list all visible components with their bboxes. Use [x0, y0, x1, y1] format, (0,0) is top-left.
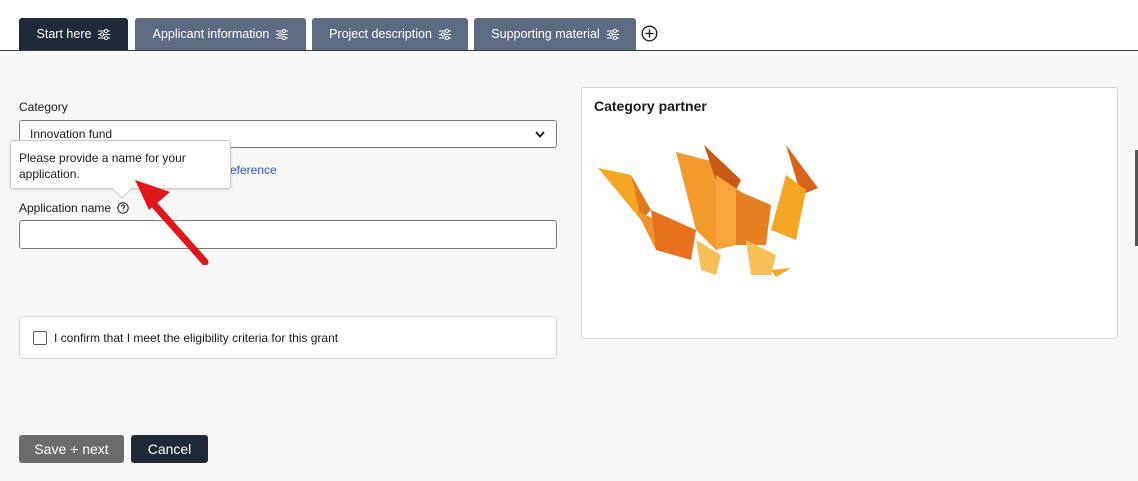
sliders-icon: [438, 28, 451, 40]
tab-label: Supporting material: [491, 27, 600, 41]
sliders-icon: [606, 28, 619, 40]
eligibility-confirm-box: I confirm that I meet the eligibility cr…: [19, 316, 557, 359]
sliders-icon: [276, 28, 289, 40]
tab-applicant-information[interactable]: Applicant information: [135, 18, 306, 50]
application-name-label: Application name: [19, 201, 112, 215]
help-link[interactable]: eference: [230, 163, 277, 177]
tab-start-here[interactable]: Start here: [19, 18, 128, 50]
tab-label: Applicant information: [152, 27, 270, 41]
tab-supporting-material[interactable]: Supporting material: [474, 18, 636, 50]
annotation-arrow-icon: [135, 180, 209, 265]
chevron-down-icon: [535, 131, 545, 138]
tab-label: Start here: [36, 27, 92, 41]
save-next-button[interactable]: Save + next: [19, 435, 124, 463]
partner-title: Category partner: [594, 98, 707, 114]
eligibility-confirm-label: I confirm that I meet the eligibility cr…: [54, 330, 339, 345]
origami-dragon-logo: [598, 145, 818, 277]
tab-bar: Start here Applicant information Project…: [0, 0, 1138, 51]
tab-label: Project description: [329, 27, 432, 41]
application-name-input[interactable]: [19, 220, 557, 249]
category-label: Category: [19, 100, 68, 114]
tab-project-description[interactable]: Project description: [312, 18, 468, 50]
category-partner-panel: Category partner: [581, 87, 1118, 339]
category-select-value: Innovation fund: [30, 127, 113, 141]
sliders-icon: [98, 28, 111, 40]
application-name-label-row: Application name: [19, 201, 129, 215]
cancel-button[interactable]: Cancel: [131, 435, 208, 463]
eligibility-checkbox[interactable]: [33, 330, 47, 345]
plus-circle-icon[interactable]: [641, 25, 658, 42]
